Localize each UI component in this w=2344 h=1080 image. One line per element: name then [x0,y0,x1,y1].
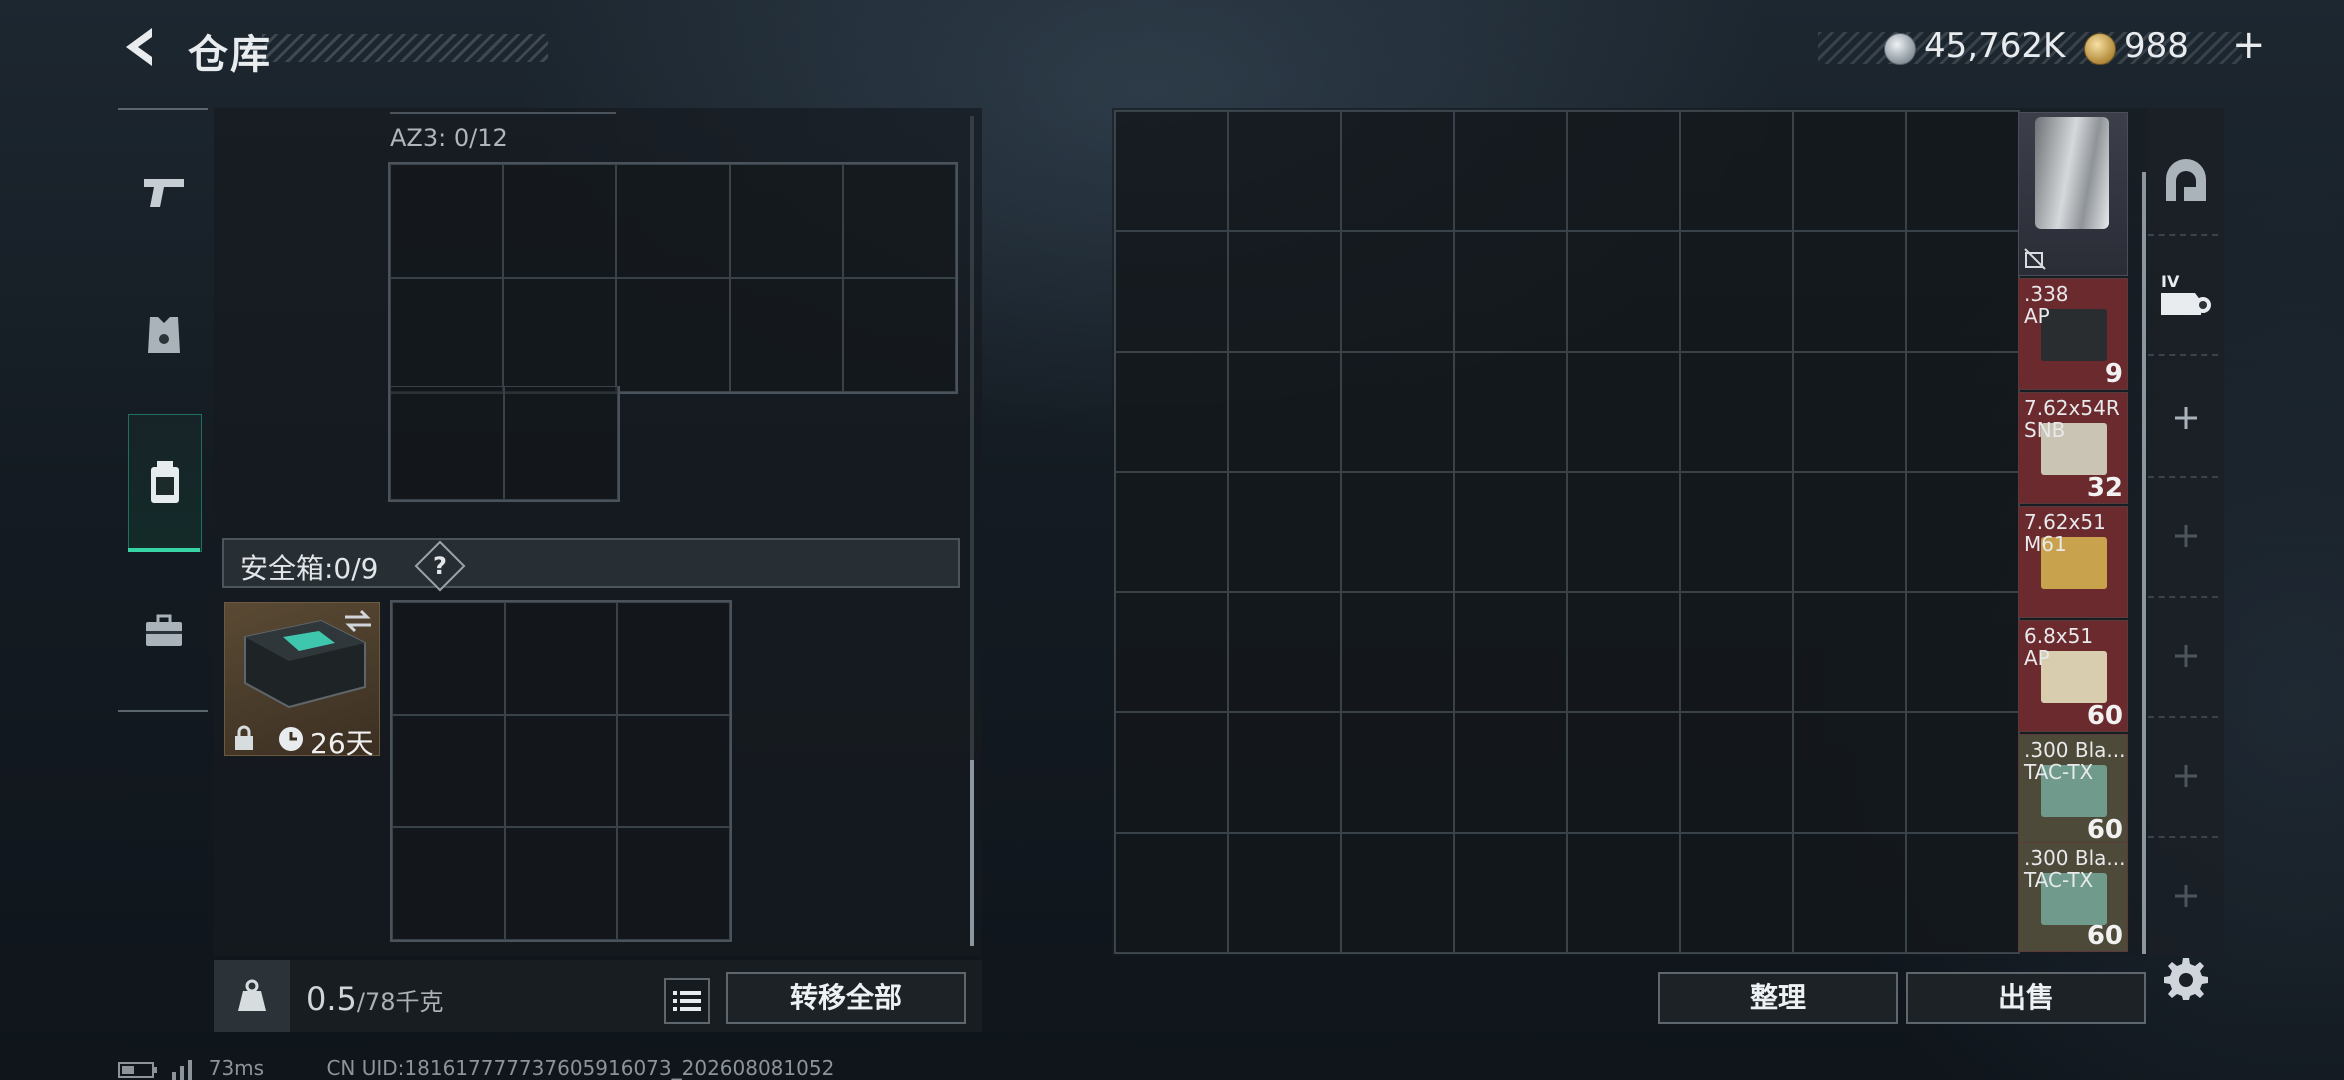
container-top-edge [390,112,616,114]
no-image-icon [2024,248,2046,270]
rail-divider [2148,836,2218,838]
stash-item-ammo-3[interactable]: 7.62x51 M61 [2018,506,2128,618]
arch-icon [2166,159,2206,201]
ammo-count: 60 [2086,815,2123,845]
rail-divider [2148,354,2218,356]
stash-tab-2[interactable]: IV [2150,258,2222,330]
weight-button[interactable] [214,960,290,1032]
briefcase-icon [146,614,182,646]
stash-scrollbar[interactable] [2142,172,2146,954]
stash-tab-1[interactable] [2150,144,2222,216]
stash-level-icon: IV [2161,272,2211,315]
svg-text:IV: IV [2161,272,2180,291]
add-stash-tab-4[interactable] [2150,740,2222,812]
container-capacity-label: AZ3: 0/12 [390,124,508,152]
ammo-name: 7.62x51 M61 [2024,510,2106,556]
add-stash-tab-2[interactable] [2150,500,2222,572]
gear-icon [2164,958,2208,1000]
add-currency-button[interactable]: + [2232,22,2266,68]
ammo-name: .300 Bla... TAC-TX [2024,846,2126,892]
silver-coin-icon [1884,33,1916,65]
back-icon[interactable] [118,24,164,70]
weight-current: 0.5 [306,980,357,1018]
rail-armor[interactable] [128,290,200,380]
rail-divider [2148,234,2218,236]
container-grid[interactable] [388,162,958,394]
sort-button[interactable]: 整理 [1658,972,1898,1024]
ammo-name: 6.8x51 AP [2024,624,2094,670]
stash-item-ammo-2[interactable]: 7.62x54R SNB 32 [2018,392,2128,504]
rail-divider-bottom [118,710,208,712]
status-bar: 73ms CN UID:181617777737605916073_202608… [118,1056,834,1080]
rail-divider [2148,596,2218,598]
silver-currency-value: 45,762K [1924,26,2066,66]
rail-backpack[interactable] [128,414,202,552]
plus-icon [2175,407,2197,429]
signal-icon [172,1059,193,1080]
pistol-icon [144,179,184,207]
safe-box-grid[interactable] [390,600,732,942]
rail-active-indicator [128,548,200,552]
plus-icon [2175,525,2197,547]
title-decoration [262,34,548,62]
stash-grid[interactable] [1114,110,2020,954]
transfer-all-button[interactable]: 转移全部 [726,972,966,1024]
backpack-icon [151,461,179,503]
stash-item-ammo-1[interactable]: .338 AP 9 [2018,278,2128,390]
safe-box-label: 安全箱:0/9 [240,552,379,585]
battery-icon [118,1061,157,1078]
ammo-name: .300 Bla... TAC-TX [2024,738,2126,784]
stash-item-ammo-6[interactable]: .300 Bla... TAC-TX 60 [2018,842,2128,952]
stash-item-plate[interactable] [2018,112,2128,276]
plate-art [2035,117,2109,229]
plus-icon [2175,765,2197,787]
plus-icon [2175,885,2197,907]
help-symbol: ? [433,552,447,580]
container-grid-extra-row[interactable] [388,386,620,502]
uid-value: CN UID:181617777737605916073_20260808105… [326,1056,835,1080]
rail-divider-top [118,108,208,110]
add-stash-tab-5[interactable] [2150,860,2222,932]
ammo-count: 60 [2086,701,2123,731]
rail-case[interactable] [128,586,200,676]
settings-button[interactable] [2150,942,2222,1014]
lock-icon [235,725,253,750]
ammo-count: 9 [2104,359,2123,389]
weight-icon [238,979,266,1011]
rail-weapon[interactable] [128,146,200,236]
ammo-name: .338 AP [2024,282,2069,328]
add-stash-tab-1[interactable] [2150,382,2222,454]
rail-divider [2148,476,2218,478]
stash-item-ammo-4[interactable]: 6.8x51 AP 60 [2018,620,2128,732]
weight-max: /78千克 [356,988,444,1016]
swap-icon[interactable] [343,609,373,633]
add-stash-tab-3[interactable] [2150,620,2222,692]
ammo-count: 32 [2086,473,2123,503]
weight-readout: 0.5/78千克 [306,980,444,1018]
stash-item-ammo-5[interactable]: .300 Bla... TAC-TX 60 [2018,734,2128,846]
case-duration: 26天 [310,727,374,760]
clock-icon [279,727,303,751]
rail-divider [2148,716,2218,718]
page-title: 仓库 [188,32,272,78]
ammo-count: 60 [2086,921,2123,951]
vest-icon [148,317,180,353]
gold-coin-icon [2084,33,2116,65]
ping-value: 73ms [208,1056,265,1080]
loadout-scroll-thumb[interactable] [970,760,974,946]
plus-icon [2175,645,2197,667]
list-icon [673,991,701,1011]
list-view-button[interactable] [664,978,710,1024]
ammo-name: 7.62x54R SNB [2024,396,2120,442]
sell-button[interactable]: 出售 [1906,972,2146,1024]
gold-currency-value: 988 [2124,26,2189,66]
